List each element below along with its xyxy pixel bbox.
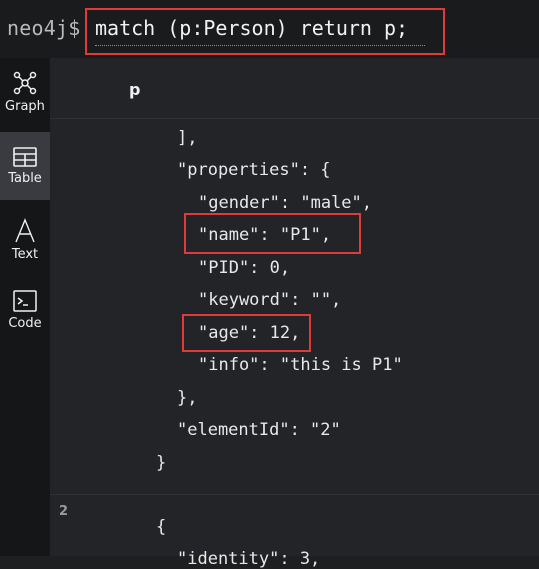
text-view-button[interactable]: Text: [0, 206, 50, 274]
json-line: "keyword": "",: [198, 290, 342, 310]
json-line: "PID": 0,: [198, 258, 291, 278]
query-underline: [95, 45, 425, 46]
json-line: "elementId": "2": [177, 420, 341, 440]
text-view-label: Text: [11, 247, 39, 262]
table-view-button[interactable]: Table: [0, 132, 50, 200]
editor-bar: neo4j$ match (p:Person) return p;: [0, 0, 539, 59]
view-switcher: Graph Table Text Code: [0, 58, 50, 556]
prompt-label: neo4j$: [7, 16, 81, 40]
json-line: {: [156, 517, 167, 537]
json-line: "gender": "male",: [198, 193, 372, 213]
json-line: }: [156, 453, 167, 473]
code-view-button[interactable]: Code: [0, 276, 50, 344]
row-divider: [50, 494, 539, 495]
json-line: "properties": {: [177, 160, 331, 180]
age-highlight-box: [182, 314, 311, 352]
code-icon: [13, 290, 37, 312]
graph-icon: [13, 71, 37, 95]
result-table: p ], "properties": { "gender": "male", "…: [50, 58, 539, 569]
json-line: "identity": 3,: [177, 549, 321, 569]
graph-view-label: Graph: [5, 99, 45, 114]
column-header: p: [50, 58, 539, 119]
json-line: "info": "this is P1": [198, 355, 403, 375]
json-line: },: [177, 388, 198, 408]
code-view-label: Code: [8, 316, 42, 331]
text-icon: [15, 218, 35, 243]
table-view-label: Table: [8, 171, 42, 186]
graph-view-button[interactable]: Graph: [0, 58, 50, 126]
name-highlight-box: [184, 213, 361, 254]
query-input[interactable]: match (p:Person) return p;: [95, 16, 408, 40]
table-icon: [13, 147, 37, 167]
column-header-p: p: [129, 80, 141, 99]
json-line: ],: [177, 128, 198, 148]
row-number: 2: [59, 504, 69, 519]
